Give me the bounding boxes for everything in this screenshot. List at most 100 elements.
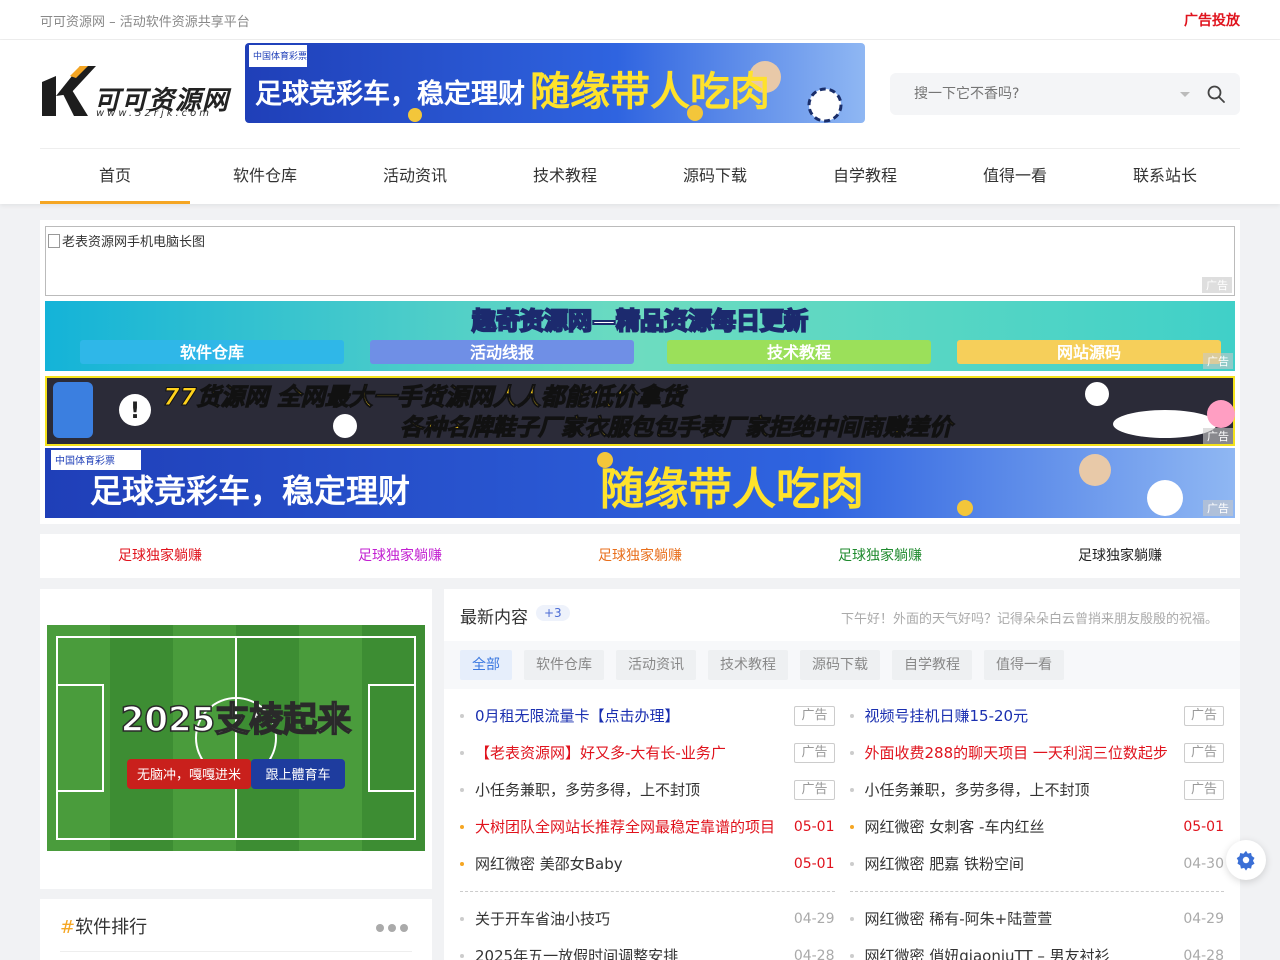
lottery-right-text: 随缘带人吃肉: [600, 464, 864, 515]
broken-image-alt-text: 老表资源网手机电脑长图: [62, 235, 206, 250]
ad-banner-77[interactable]: ! 77货源网 全网最大一手货源网人人都能低价拿货 各种名牌鞋子厂家衣服包包手表…: [45, 376, 1235, 446]
tab-worth-reading[interactable]: 值得一看: [984, 650, 1064, 680]
ad-banner-lottery[interactable]: 中国体育彩票 足球竞彩车，稳定理财 随缘带人吃肉 广告: [45, 448, 1235, 518]
ad-badge: 广告: [794, 742, 835, 763]
ad-banner-quqi[interactable]: 趣奇资源网—精品资源每日更新 软件仓库 活动线报 技术教程 网站源码 广告: [45, 301, 1235, 371]
list-item[interactable]: 小任务兼职，多劳多得，上不封顶 广告: [460, 771, 835, 808]
divider: [60, 951, 412, 952]
site-logo[interactable]: 可可资源网 www.52rjk.com: [40, 62, 230, 122]
promo-link[interactable]: 足球独家躺赚: [1000, 534, 1240, 578]
broken-image-icon: [48, 233, 60, 248]
bullet-icon: [849, 953, 854, 958]
list-item-title[interactable]: 网红微密 俏妞qiaoniuTT – 男友衬衫: [865, 945, 1184, 960]
tab-source[interactable]: 源码下载: [800, 650, 880, 680]
list-item-title[interactable]: 网红微密 美邵女Baby: [475, 853, 794, 874]
logo-k-icon: [42, 66, 96, 116]
lottery-badge: 中国体育彩票: [55, 454, 115, 467]
settings-button[interactable]: [1226, 840, 1266, 880]
nav-item-news[interactable]: 活动资讯: [340, 149, 490, 204]
ad-placement-link[interactable]: 广告投放: [1184, 10, 1240, 30]
quqi-btn-source: 网站源码: [1057, 343, 1121, 362]
search-icon[interactable]: [1206, 84, 1226, 104]
ad-badge: 广告: [794, 779, 835, 800]
nav-item-software[interactable]: 软件仓库: [190, 149, 340, 204]
list-item[interactable]: 关于开车省油小技巧 04-29: [460, 900, 835, 937]
list-item[interactable]: 视频号挂机日赚15-20元 广告: [849, 697, 1224, 734]
list-item-date: 04-30: [1183, 855, 1224, 872]
list-item[interactable]: 外面收费288的聊天项目 一天利润三位数起步 广告: [849, 734, 1224, 771]
promo-link[interactable]: 足球独家躺赚: [40, 534, 280, 578]
bullet-icon: [460, 861, 464, 866]
more-options-icon[interactable]: [376, 924, 408, 932]
search-input[interactable]: [914, 86, 1180, 102]
bullet-icon: [460, 787, 464, 792]
promo-links-row: 足球独家躺赚 足球独家躺赚 足球独家躺赚 足球独家躺赚 足球独家躺赚: [40, 534, 1240, 578]
football-field-ad[interactable]: 2025支棱起来 无脑冲，嘎嘎进米 跟上體育车: [47, 625, 425, 851]
ad-77-line1: 77货源网 全网最大一手货源网人人都能低价拿货: [163, 383, 689, 411]
ad-broken-image[interactable]: 老表资源网手机电脑长图 广告: [45, 226, 1235, 296]
ad-badge: 广告: [794, 705, 835, 726]
list-item-date: 04-28: [1183, 947, 1224, 960]
bullet-icon: [460, 953, 464, 958]
list-item-title[interactable]: 外面收费288的聊天项目 一天利润三位数起步: [865, 742, 1184, 763]
search-category-dropdown-icon[interactable]: [1180, 91, 1190, 97]
promo-link[interactable]: 足球独家躺赚: [760, 534, 1000, 578]
list-item[interactable]: 【老表资源网】好又多-大有长-业务广 广告: [460, 734, 835, 771]
nav-item-contact[interactable]: 联系站长: [1090, 149, 1240, 204]
list-item-title[interactable]: 网红微密 稀有-阿朱+陆萱萱: [865, 908, 1184, 929]
latest-list-left: 0月租无限流量卡【点击办理】 广告 【老表资源网】好又多-大有长-业务广 广告 小任务兼…: [460, 697, 835, 960]
list-item[interactable]: 大树团队全网站长推荐全网最稳定靠谱的项目 05-01: [460, 808, 835, 845]
tab-news[interactable]: 活动资讯: [616, 650, 696, 680]
list-item-title[interactable]: 视频号挂机日赚15-20元: [865, 705, 1184, 726]
promo-link[interactable]: 足球独家躺赚: [520, 534, 760, 578]
tab-software[interactable]: 软件仓库: [524, 650, 604, 680]
list-item-title[interactable]: 小任务兼职，多劳多得，上不封顶: [475, 779, 794, 800]
list-item[interactable]: 网红微密 女刺客 -车内红丝 05-01: [849, 808, 1224, 845]
list-item[interactable]: 网红微密 肥嘉 铁粉空间 04-30: [849, 845, 1224, 882]
ad-tag: 广告: [1203, 353, 1233, 369]
site-slogan: 可可资源网 – 活动软件资源共享平台: [40, 14, 250, 30]
ad-tag: 广告: [1202, 277, 1232, 293]
list-item[interactable]: 网红微密 美邵女Baby 05-01: [460, 845, 835, 882]
nav-item-home[interactable]: 首页: [40, 149, 190, 204]
bullet-icon: [460, 824, 464, 829]
list-divider: [460, 891, 835, 892]
list-item-title[interactable]: 小任务兼职，多劳多得，上不封顶: [865, 779, 1184, 800]
list-item-date: 05-01: [793, 855, 835, 872]
list-item[interactable]: 网红微密 稀有-阿朱+陆萱萱 04-29: [849, 900, 1224, 937]
list-item[interactable]: 0月租无限流量卡【点击办理】 广告: [460, 697, 835, 734]
svg-text:!: !: [130, 399, 140, 424]
promo-title: 2025支棱起来: [121, 700, 352, 740]
promo-link[interactable]: 足球独家躺赚: [280, 534, 520, 578]
list-item-title[interactable]: 0月租无限流量卡【点击办理】: [475, 705, 794, 726]
nav-item-source[interactable]: 源码下载: [640, 149, 790, 204]
latest-content-panel: 最新内容 +3 下午好！外面的天气好吗？记得朵朵白云曾捎来朋友殷殷的祝福。 全部…: [444, 589, 1240, 960]
list-item[interactable]: 2025年五一放假时间调整安排 04-28: [460, 937, 835, 960]
bullet-icon: [849, 713, 854, 718]
header-banner-ad[interactable]: 中国体育彩票 足球竞彩车，稳定理财 随缘带人吃肉: [245, 43, 865, 123]
list-item-title[interactable]: 网红微密 肥嘉 铁粉空间: [865, 853, 1184, 874]
list-item-title[interactable]: 【老表资源网】好又多-大有长-业务广: [475, 742, 794, 763]
tab-tutorials[interactable]: 技术教程: [708, 650, 788, 680]
nav-item-self-study[interactable]: 自学教程: [790, 149, 940, 204]
nav-item-worth-reading[interactable]: 值得一看: [940, 149, 1090, 204]
list-item-title[interactable]: 2025年五一放假时间调整安排: [475, 945, 794, 960]
list-item[interactable]: 网红微密 俏妞qiaoniuTT – 男友衬衫 04-28: [849, 937, 1224, 960]
nav-item-tutorials[interactable]: 技术教程: [490, 149, 640, 204]
tab-self-study[interactable]: 自学教程: [892, 650, 972, 680]
list-item-date: 05-01: [1183, 818, 1224, 835]
list-item-title[interactable]: 网红微密 女刺客 -车内红丝: [865, 816, 1184, 837]
promo-image-card[interactable]: 2025支棱起来 无脑冲，嘎嘎进米 跟上體育车: [40, 589, 432, 889]
list-item-date: 04-28: [793, 947, 835, 960]
bullet-icon: [849, 916, 854, 921]
tab-all[interactable]: 全部: [460, 650, 512, 680]
rank-title: #软件排行: [60, 899, 412, 939]
top-bar: 可可资源网 – 活动软件资源共享平台 广告投放: [0, 0, 1280, 40]
list-item-title[interactable]: 关于开车省油小技巧: [475, 908, 794, 929]
banner-badge: 中国体育彩票: [253, 50, 307, 62]
list-item[interactable]: 小任务兼职，多劳多得，上不封顶 广告: [849, 771, 1224, 808]
banner-left-text: 足球竞彩车，稳定理财: [255, 78, 525, 110]
list-item-title[interactable]: 大树团队全网站长推荐全网最稳定靠谱的项目: [475, 816, 794, 837]
ad-badge: 广告: [1183, 705, 1224, 726]
bullet-icon: [460, 713, 464, 718]
